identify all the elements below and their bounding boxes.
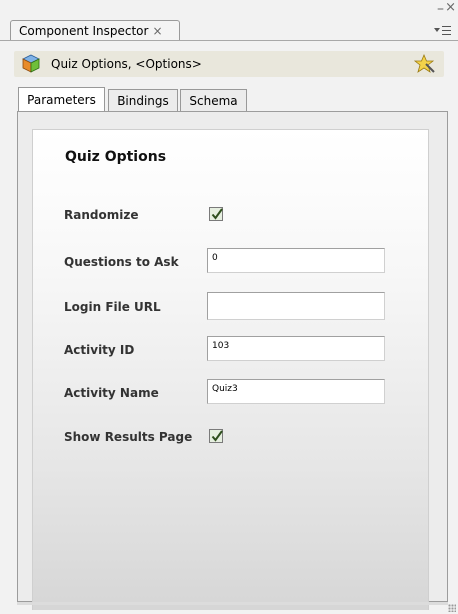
panel-tab-label: Component Inspector [19,24,149,38]
quiz-options-form: Quiz Options Randomize Questions to Ask … [32,129,429,610]
tab-parameters[interactable]: Parameters [18,87,105,111]
login-file-url-label: Login File URL [64,300,161,314]
star-help-icon[interactable] [414,53,436,75]
tab-label: Bindings [117,93,169,108]
tab-bindings[interactable]: Bindings [108,89,178,111]
divider [0,40,458,41]
minimize-button[interactable]: – [437,1,444,17]
checkmark-icon [211,208,223,220]
tab-label: Schema [189,93,238,108]
questions-to-ask-input[interactable]: 0 [207,248,385,273]
window-close-button[interactable]: × [445,0,456,15]
login-file-url-input[interactable] [207,292,385,320]
component-icon [22,54,40,73]
randomize-label: Randomize [64,208,139,222]
close-icon[interactable]: × [152,24,162,38]
tab-label: Parameters [27,92,96,107]
panel-menu-icon[interactable] [432,22,452,38]
form-title: Quiz Options [65,149,167,165]
randomize-checkbox[interactable] [209,207,223,221]
resize-grip-icon[interactable] [448,604,456,612]
activity-name-label: Activity Name [64,386,159,400]
parameters-panel: Quiz Options Randomize Questions to Ask … [17,111,448,610]
activity-id-label: Activity ID [64,343,135,357]
component-header: Quiz Options, <Options> [14,51,444,77]
panel-tab-component-inspector[interactable]: Component Inspector × [10,20,180,41]
activity-name-input[interactable]: Quiz3 [207,379,385,404]
checkmark-icon [211,430,223,442]
activity-id-input[interactable]: 103 [207,336,385,361]
component-name: Quiz Options, <Options> [51,57,202,71]
show-results-page-checkbox[interactable] [209,429,223,443]
show-results-page-label: Show Results Page [64,430,193,444]
divider [17,602,448,605]
questions-to-ask-label: Questions to Ask [64,255,179,269]
tab-schema[interactable]: Schema [180,89,247,111]
